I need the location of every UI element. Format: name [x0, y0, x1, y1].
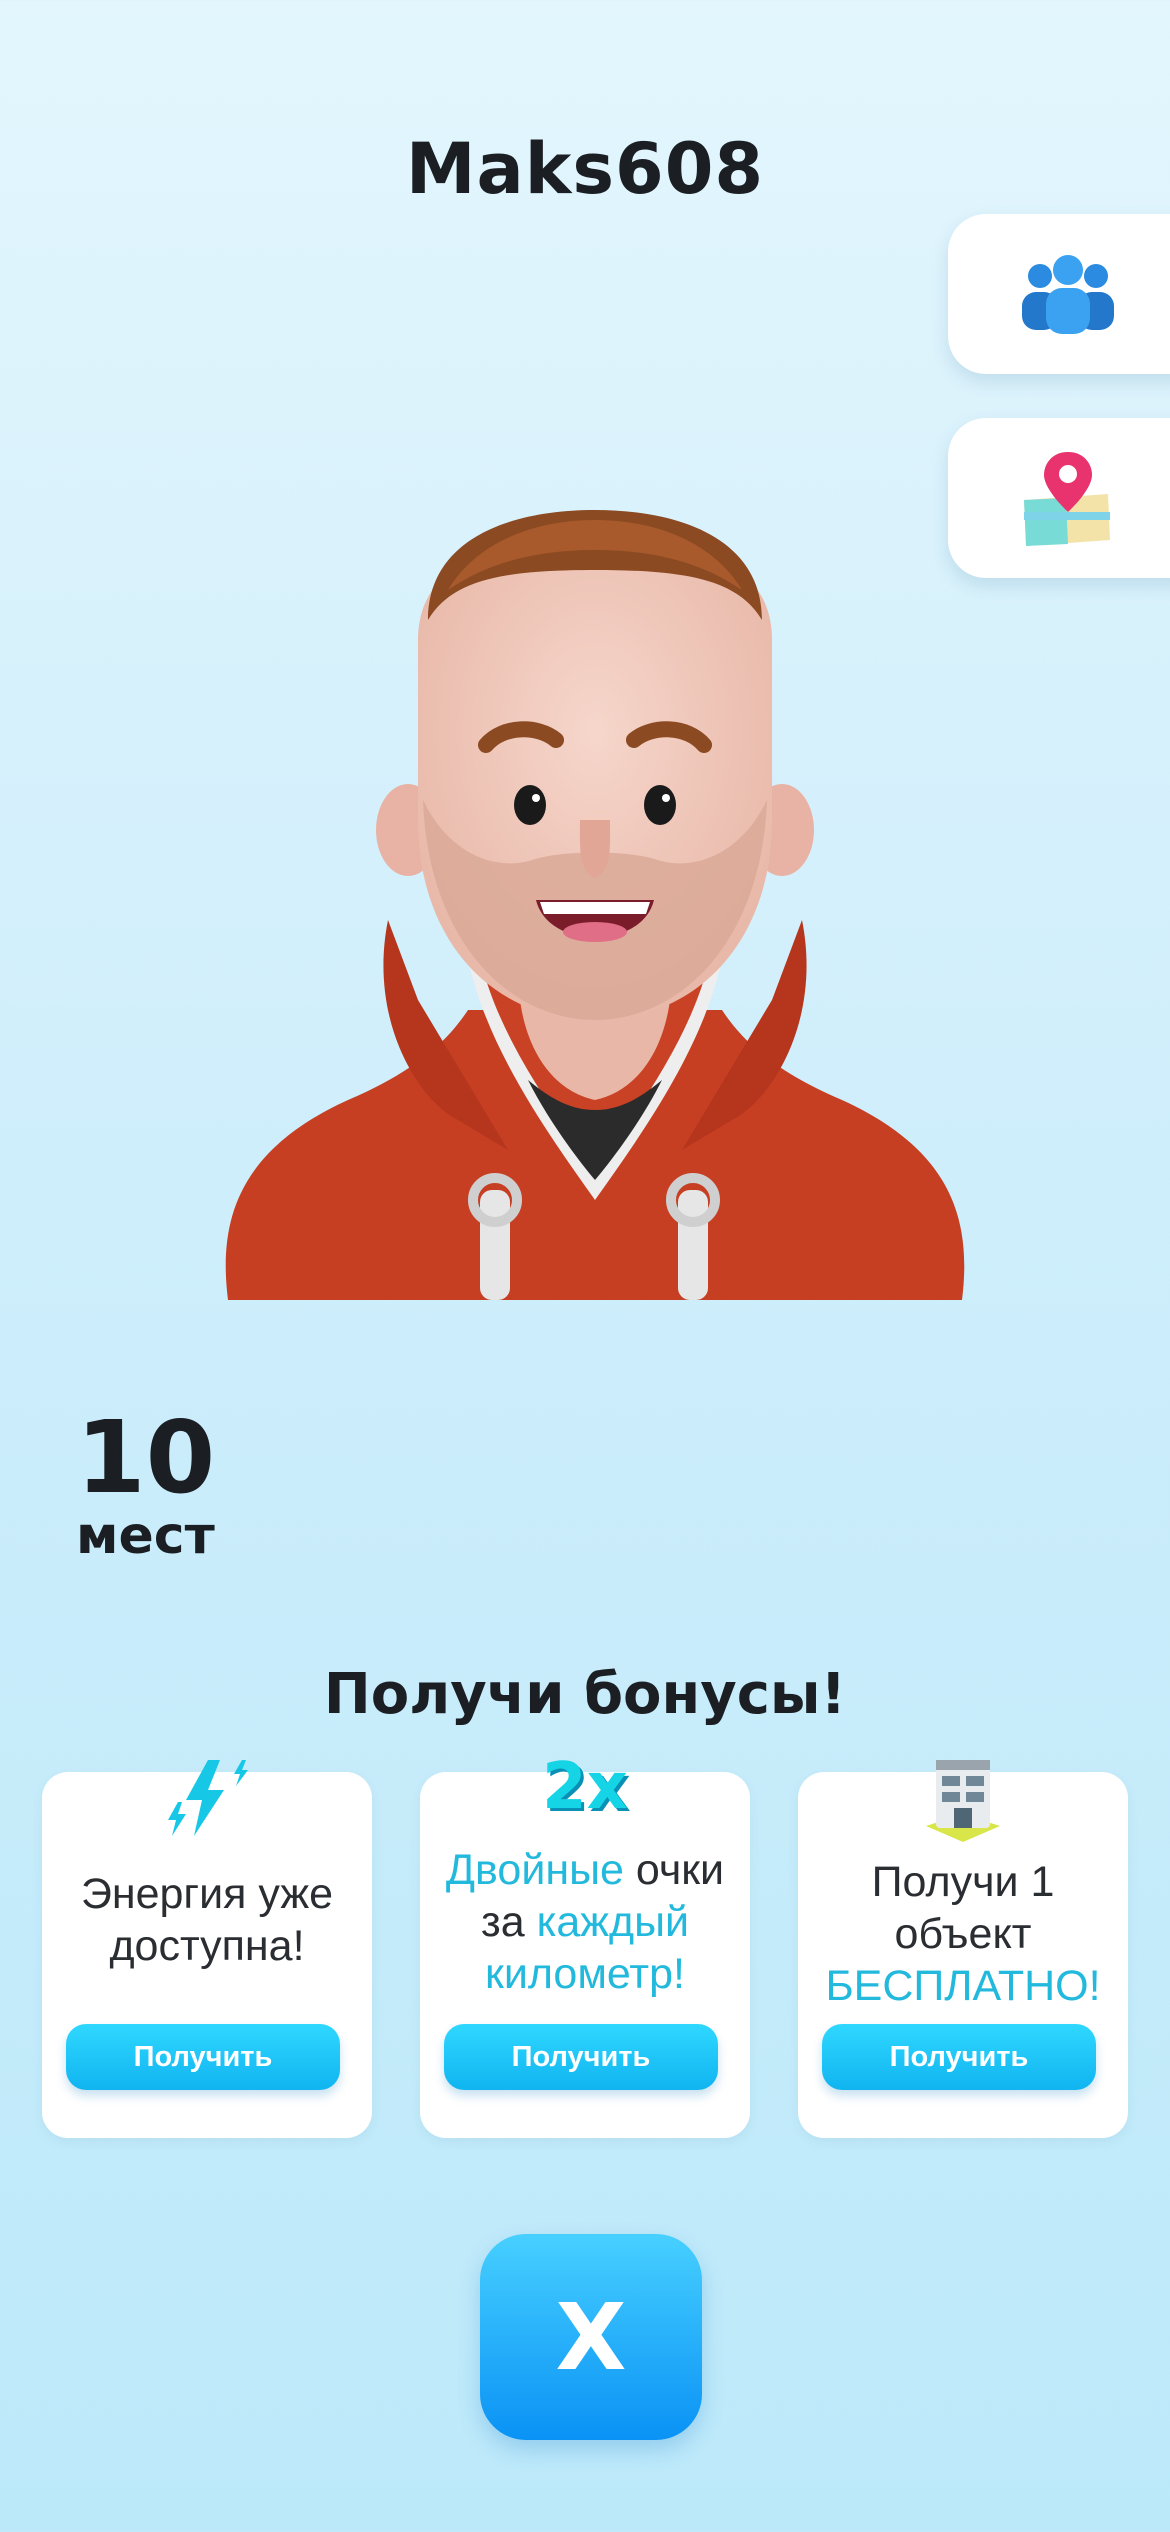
- rank-label: мест: [76, 1506, 215, 1566]
- free-object-line2: объект: [894, 1910, 1032, 1958]
- each-word: каждый: [536, 1898, 690, 1946]
- points-word: очки: [623, 1846, 725, 1894]
- map-button[interactable]: [948, 418, 1170, 578]
- get-free-object-button[interactable]: Получить: [822, 2024, 1096, 2090]
- free-object-line3: БЕСПЛАТНО!: [825, 1962, 1101, 2010]
- bonus-card-double-points: 2x Двойные очки за каждый километр! Полу…: [420, 1750, 750, 2138]
- rank-value: 10: [76, 1399, 216, 1516]
- double-badge: 2x: [542, 1750, 628, 1824]
- close-button[interactable]: X: [480, 2234, 702, 2440]
- bonuses-title: Получи бонусы!: [323, 1662, 847, 1727]
- friends-button[interactable]: [948, 214, 1170, 374]
- get-energy-button[interactable]: Получить: [66, 2024, 340, 2090]
- bonus-card-free-object: Получи 1 объект БЕСПЛАТНО! Получить: [798, 1760, 1128, 2138]
- energy-bolt-icon: [168, 1760, 248, 1836]
- friends-icon: [1022, 255, 1114, 334]
- map-pin-icon: [1024, 452, 1110, 546]
- double-word: Двойные: [445, 1846, 624, 1894]
- kilometer-word: километр!: [485, 1950, 685, 1998]
- user-avatar: [218, 500, 972, 1300]
- bonus-card-energy: Энергия уже доступна! Получить: [42, 1760, 372, 2138]
- get-double-points-button[interactable]: Получить: [444, 2024, 718, 2090]
- free-object-line1: Получи 1: [871, 1858, 1055, 1906]
- building-icon: [926, 1760, 1000, 1842]
- energy-text-line2: доступна!: [109, 1922, 305, 1970]
- username-title: Maks608: [405, 128, 765, 210]
- for-word: за: [480, 1898, 537, 1946]
- energy-text-line1: Энергия уже: [80, 1870, 334, 1918]
